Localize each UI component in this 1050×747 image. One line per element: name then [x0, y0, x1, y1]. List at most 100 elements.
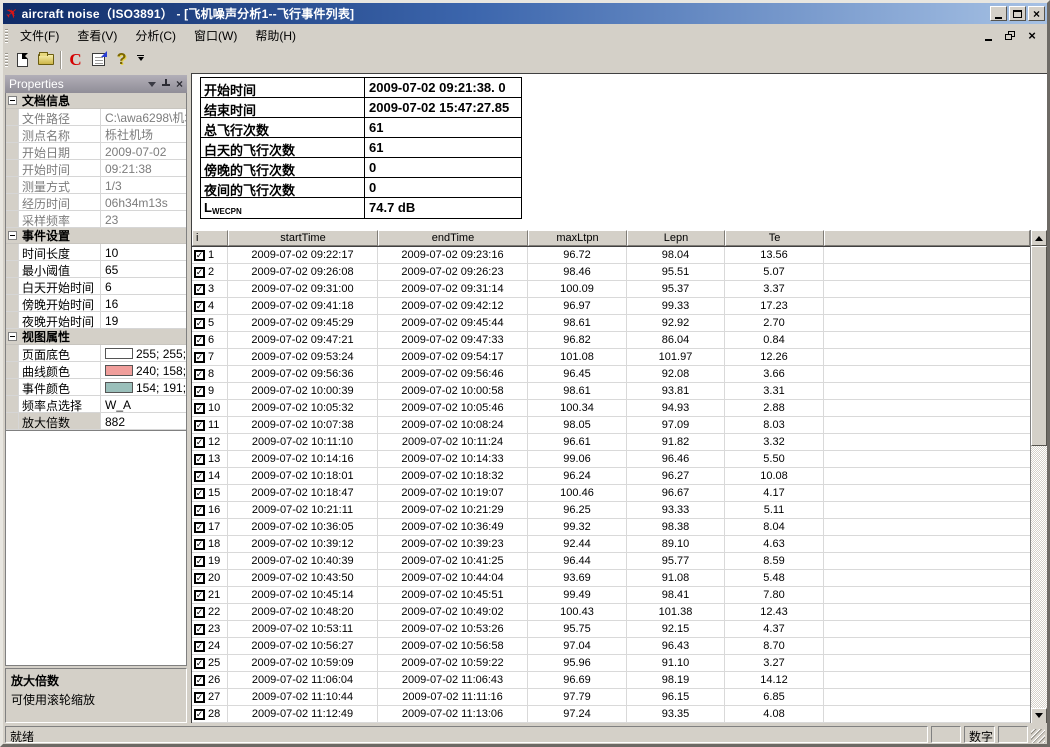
panel-pin-icon[interactable] — [162, 79, 170, 89]
property-row[interactable]: 开始时间09:21:38 — [6, 160, 186, 177]
property-value[interactable]: 16 — [101, 295, 186, 311]
property-value[interactable]: 65 — [101, 261, 186, 277]
new-document-button[interactable] — [11, 49, 34, 71]
table-row[interactable]: ✓192009-07-02 10:40:392009-07-02 10:41:2… — [192, 553, 1030, 570]
resize-grip[interactable] — [1031, 729, 1045, 743]
row-checkbox[interactable]: ✓ — [194, 267, 205, 278]
open-file-button[interactable] — [34, 49, 57, 71]
property-value[interactable]: 06h34m13s — [101, 194, 186, 210]
row-checkbox[interactable]: ✓ — [194, 471, 205, 482]
property-row[interactable]: 放大倍数882 — [6, 413, 186, 430]
c-weighting-button[interactable]: C — [64, 49, 87, 71]
menu-item[interactable]: 文件(F) — [11, 25, 68, 46]
table-row[interactable]: ✓222009-07-02 10:48:202009-07-02 10:49:0… — [192, 604, 1030, 621]
table-row[interactable]: ✓92009-07-02 10:00:392009-07-02 10:00:58… — [192, 383, 1030, 400]
property-row[interactable]: 夜晚开始时间19 — [6, 312, 186, 329]
menu-item[interactable]: 窗口(W) — [185, 25, 246, 46]
menu-grip[interactable] — [5, 29, 8, 43]
property-row[interactable]: 经历时间06h34m13s — [6, 194, 186, 211]
panel-close-icon[interactable]: × — [176, 79, 183, 89]
column-header-maxLtpn[interactable]: maxLtpn — [528, 230, 627, 246]
table-row[interactable]: ✓142009-07-02 10:18:012009-07-02 10:18:3… — [192, 468, 1030, 485]
row-checkbox[interactable]: ✓ — [194, 437, 205, 448]
property-row[interactable]: 测点名称栎社机场 — [6, 126, 186, 143]
table-row[interactable]: ✓112009-07-02 10:07:382009-07-02 10:08:2… — [192, 417, 1030, 434]
property-section-header[interactable]: 事件设置 — [6, 228, 186, 244]
table-row[interactable]: ✓72009-07-02 09:53:242009-07-02 09:54:17… — [192, 349, 1030, 366]
property-row[interactable]: 采样频率23 — [6, 211, 186, 228]
row-checkbox[interactable]: ✓ — [194, 403, 205, 414]
table-row[interactable]: ✓32009-07-02 09:31:002009-07-02 09:31:14… — [192, 281, 1030, 298]
property-row[interactable]: 曲线颜色240; 158; 15 — [6, 362, 186, 379]
mdi-close-button[interactable]: × — [1025, 29, 1039, 42]
table-row[interactable]: ✓212009-07-02 10:45:142009-07-02 10:45:5… — [192, 587, 1030, 604]
row-checkbox[interactable]: ✓ — [194, 607, 205, 618]
collapse-minus-icon[interactable] — [8, 231, 17, 240]
column-header-i[interactable]: i — [192, 230, 228, 246]
table-row[interactable]: ✓182009-07-02 10:39:122009-07-02 10:39:2… — [192, 536, 1030, 553]
close-button[interactable]: × — [1028, 6, 1045, 21]
property-row[interactable]: 最小阈值65 — [6, 261, 186, 278]
table-row[interactable]: ✓282009-07-02 11:12:492009-07-02 11:13:0… — [192, 706, 1030, 723]
property-value[interactable]: 240; 158; 15 — [101, 362, 186, 378]
property-value[interactable]: 19 — [101, 312, 186, 328]
property-row[interactable]: 测量方式1/3 — [6, 177, 186, 194]
property-value[interactable]: 882 — [101, 413, 186, 429]
row-checkbox[interactable]: ✓ — [194, 369, 205, 380]
toolbar-grip[interactable] — [5, 53, 8, 67]
table-row[interactable]: ✓62009-07-02 09:47:212009-07-02 09:47:33… — [192, 332, 1030, 349]
table-row[interactable]: ✓152009-07-02 10:18:472009-07-02 10:19:0… — [192, 485, 1030, 502]
property-value[interactable]: 09:21:38 — [101, 160, 186, 176]
menu-item[interactable]: 查看(V) — [68, 25, 126, 46]
property-value[interactable]: 255; 255; 25 — [101, 345, 186, 361]
row-checkbox[interactable]: ✓ — [194, 284, 205, 295]
row-checkbox[interactable]: ✓ — [194, 658, 205, 669]
row-checkbox[interactable]: ✓ — [194, 454, 205, 465]
panel-dropdown-icon[interactable] — [148, 82, 156, 91]
table-row[interactable]: ✓252009-07-02 10:59:092009-07-02 10:59:2… — [192, 655, 1030, 672]
table-row[interactable]: ✓122009-07-02 10:11:102009-07-02 10:11:2… — [192, 434, 1030, 451]
property-value[interactable]: 154; 191; 18 — [101, 379, 186, 395]
row-checkbox[interactable]: ✓ — [194, 301, 205, 312]
property-row[interactable]: 傍晚开始时间16 — [6, 295, 186, 312]
property-row[interactable]: 频率点选择W_A — [6, 396, 186, 413]
help-button[interactable]: ? — [110, 49, 133, 71]
property-value[interactable]: C:\awa6298\机场 — [101, 109, 186, 125]
property-row[interactable]: 页面底色255; 255; 25 — [6, 345, 186, 362]
scroll-up-button[interactable] — [1031, 230, 1047, 246]
table-row[interactable]: ✓272009-07-02 11:10:442009-07-02 11:11:1… — [192, 689, 1030, 706]
collapse-minus-icon[interactable] — [8, 96, 17, 105]
row-checkbox[interactable]: ✓ — [194, 420, 205, 431]
row-checkbox[interactable]: ✓ — [194, 590, 205, 601]
table-row[interactable]: ✓12009-07-02 09:22:172009-07-02 09:23:16… — [192, 247, 1030, 264]
row-checkbox[interactable]: ✓ — [194, 335, 205, 346]
table-row[interactable]: ✓42009-07-02 09:41:182009-07-02 09:42:12… — [192, 298, 1030, 315]
property-value[interactable]: 1/3 — [101, 177, 186, 193]
menu-item[interactable]: 帮助(H) — [246, 25, 305, 46]
row-checkbox[interactable]: ✓ — [194, 539, 205, 550]
property-row[interactable]: 白天开始时间6 — [6, 278, 186, 295]
property-value[interactable]: 23 — [101, 211, 186, 227]
row-checkbox[interactable]: ✓ — [194, 318, 205, 329]
row-checkbox[interactable]: ✓ — [194, 386, 205, 397]
table-row[interactable]: ✓102009-07-02 10:05:322009-07-02 10:05:4… — [192, 400, 1030, 417]
property-row[interactable]: 文件路径C:\awa6298\机场 — [6, 109, 186, 126]
property-value[interactable]: 2009-07-02 — [101, 143, 186, 159]
table-row[interactable]: ✓242009-07-02 10:56:272009-07-02 10:56:5… — [192, 638, 1030, 655]
property-row[interactable]: 事件颜色154; 191; 18 — [6, 379, 186, 396]
row-checkbox[interactable]: ✓ — [194, 556, 205, 567]
scroll-down-button[interactable] — [1031, 708, 1047, 724]
property-value[interactable]: 6 — [101, 278, 186, 294]
toolbar-overflow-button[interactable] — [135, 55, 146, 64]
row-checkbox[interactable]: ✓ — [194, 675, 205, 686]
table-row[interactable]: ✓82009-07-02 09:56:362009-07-02 09:56:46… — [192, 366, 1030, 383]
table-row[interactable]: ✓232009-07-02 10:53:112009-07-02 10:53:2… — [192, 621, 1030, 638]
table-row[interactable]: ✓162009-07-02 10:21:112009-07-02 10:21:2… — [192, 502, 1030, 519]
menu-item[interactable]: 分析(C) — [126, 25, 185, 46]
table-row[interactable]: ✓22009-07-02 09:26:082009-07-02 09:26:23… — [192, 264, 1030, 281]
mdi-restore-button[interactable] — [1003, 29, 1017, 42]
properties-button[interactable] — [87, 49, 110, 71]
column-header-endTime[interactable]: endTime — [378, 230, 528, 246]
row-checkbox[interactable]: ✓ — [194, 505, 205, 516]
property-row[interactable]: 时间长度10 — [6, 244, 186, 261]
